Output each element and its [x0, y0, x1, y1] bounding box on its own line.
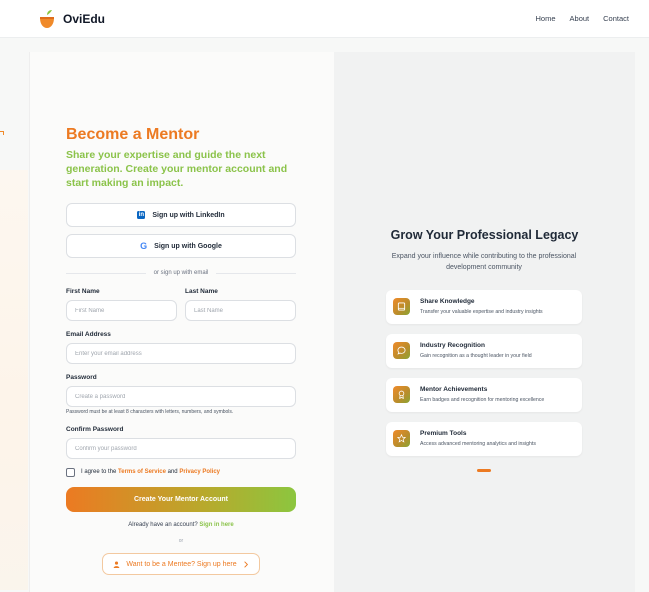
decorative-edge-gradient [0, 170, 28, 590]
brand-logo-icon [40, 10, 54, 28]
award-icon [393, 386, 410, 403]
password-input[interactable] [66, 386, 296, 407]
or-separator: or [178, 538, 184, 544]
agree-terms-text: I agree to the Terms of Service and Priv… [81, 469, 221, 475]
google-signup-label: Sign up with Google [154, 242, 222, 250]
linkedin-signup-button[interactable]: in Sign up with LinkedIn [66, 203, 296, 227]
mentee-signup-button[interactable]: Want to be a Mentee? Sign up here [102, 553, 260, 575]
page-title: Become a Mentor [66, 126, 200, 143]
promo-title: Grow Your Professional Legacy [390, 228, 579, 242]
chevron-right-icon [243, 560, 248, 568]
nav-home-link[interactable]: Home [536, 14, 556, 23]
feature-card-industry-recognition: Industry Recognition Gain recognition as… [386, 334, 582, 368]
feature-description: Access advanced mentoring analytics and … [420, 441, 536, 447]
feature-description: Earn badges and recognition for mentorin… [420, 397, 545, 403]
feature-title: Premium Tools [420, 430, 467, 437]
feature-description: Gain recognition as a thought leader in … [420, 353, 532, 359]
feature-title: Mentor Achievements [420, 386, 488, 393]
confirm-password-label: Confirm Password [66, 426, 124, 433]
nav-contact-link[interactable]: Contact [603, 14, 629, 23]
google-signup-button[interactable]: G Sign up with Google [66, 234, 296, 258]
email-divider: or sign up with email [66, 268, 297, 278]
privacy-policy-link[interactable]: Privacy Policy [179, 469, 220, 475]
user-icon [114, 561, 120, 568]
promo-subtitle: Expand your influence while contributing… [391, 253, 577, 271]
email-label: Email Address [66, 331, 111, 338]
sign-in-link[interactable]: Sign in here [199, 522, 233, 528]
speech-bubble-icon [393, 342, 410, 359]
star-icon [393, 430, 410, 447]
have-account-text: Already have an account? Sign in here [128, 522, 234, 528]
confirm-password-input[interactable] [66, 438, 296, 459]
first-name-input[interactable] [66, 300, 177, 321]
brand-name[interactable]: OviEdu [63, 12, 105, 26]
agree-terms-checkbox[interactable] [66, 468, 75, 477]
feature-card-share-knowledge: Share Knowledge Transfer your valuable e… [386, 290, 582, 324]
top-navbar: OviEdu Home About Contact [0, 0, 649, 38]
last-name-input[interactable] [185, 300, 296, 321]
feature-card-premium-tools: Premium Tools Access advanced mentoring … [386, 422, 582, 456]
main-nav: Home About Contact [536, 14, 629, 23]
linkedin-icon: in [137, 211, 146, 219]
mentee-signup-label: Want to be a Mentee? Sign up here [126, 560, 237, 568]
last-name-label: Last Name [185, 288, 218, 295]
google-icon: G [140, 241, 148, 251]
terms-of-service-link[interactable]: Terms of Service [118, 469, 166, 475]
page-subtitle: Share your expertise and guide the next … [66, 149, 288, 189]
decorative-corner-mark [0, 131, 4, 135]
feature-title: Share Knowledge [420, 298, 475, 305]
carousel-indicator[interactable] [477, 469, 491, 472]
create-account-button[interactable]: Create Your Mentor Account [66, 487, 296, 512]
nav-about-link[interactable]: About [570, 14, 590, 23]
first-name-label: First Name [66, 288, 100, 295]
feature-description: Transfer your valuable expertise and ind… [420, 309, 543, 315]
password-label: Password [66, 374, 97, 381]
email-divider-text: or sign up with email [153, 270, 209, 276]
feature-title: Industry Recognition [420, 342, 485, 349]
feature-card-mentor-achievements: Mentor Achievements Earn badges and reco… [386, 378, 582, 412]
email-input[interactable] [66, 343, 296, 364]
book-icon [393, 298, 410, 315]
linkedin-signup-label: Sign up with LinkedIn [152, 211, 225, 219]
password-hint: Password must be at least 8 characters w… [66, 409, 234, 415]
